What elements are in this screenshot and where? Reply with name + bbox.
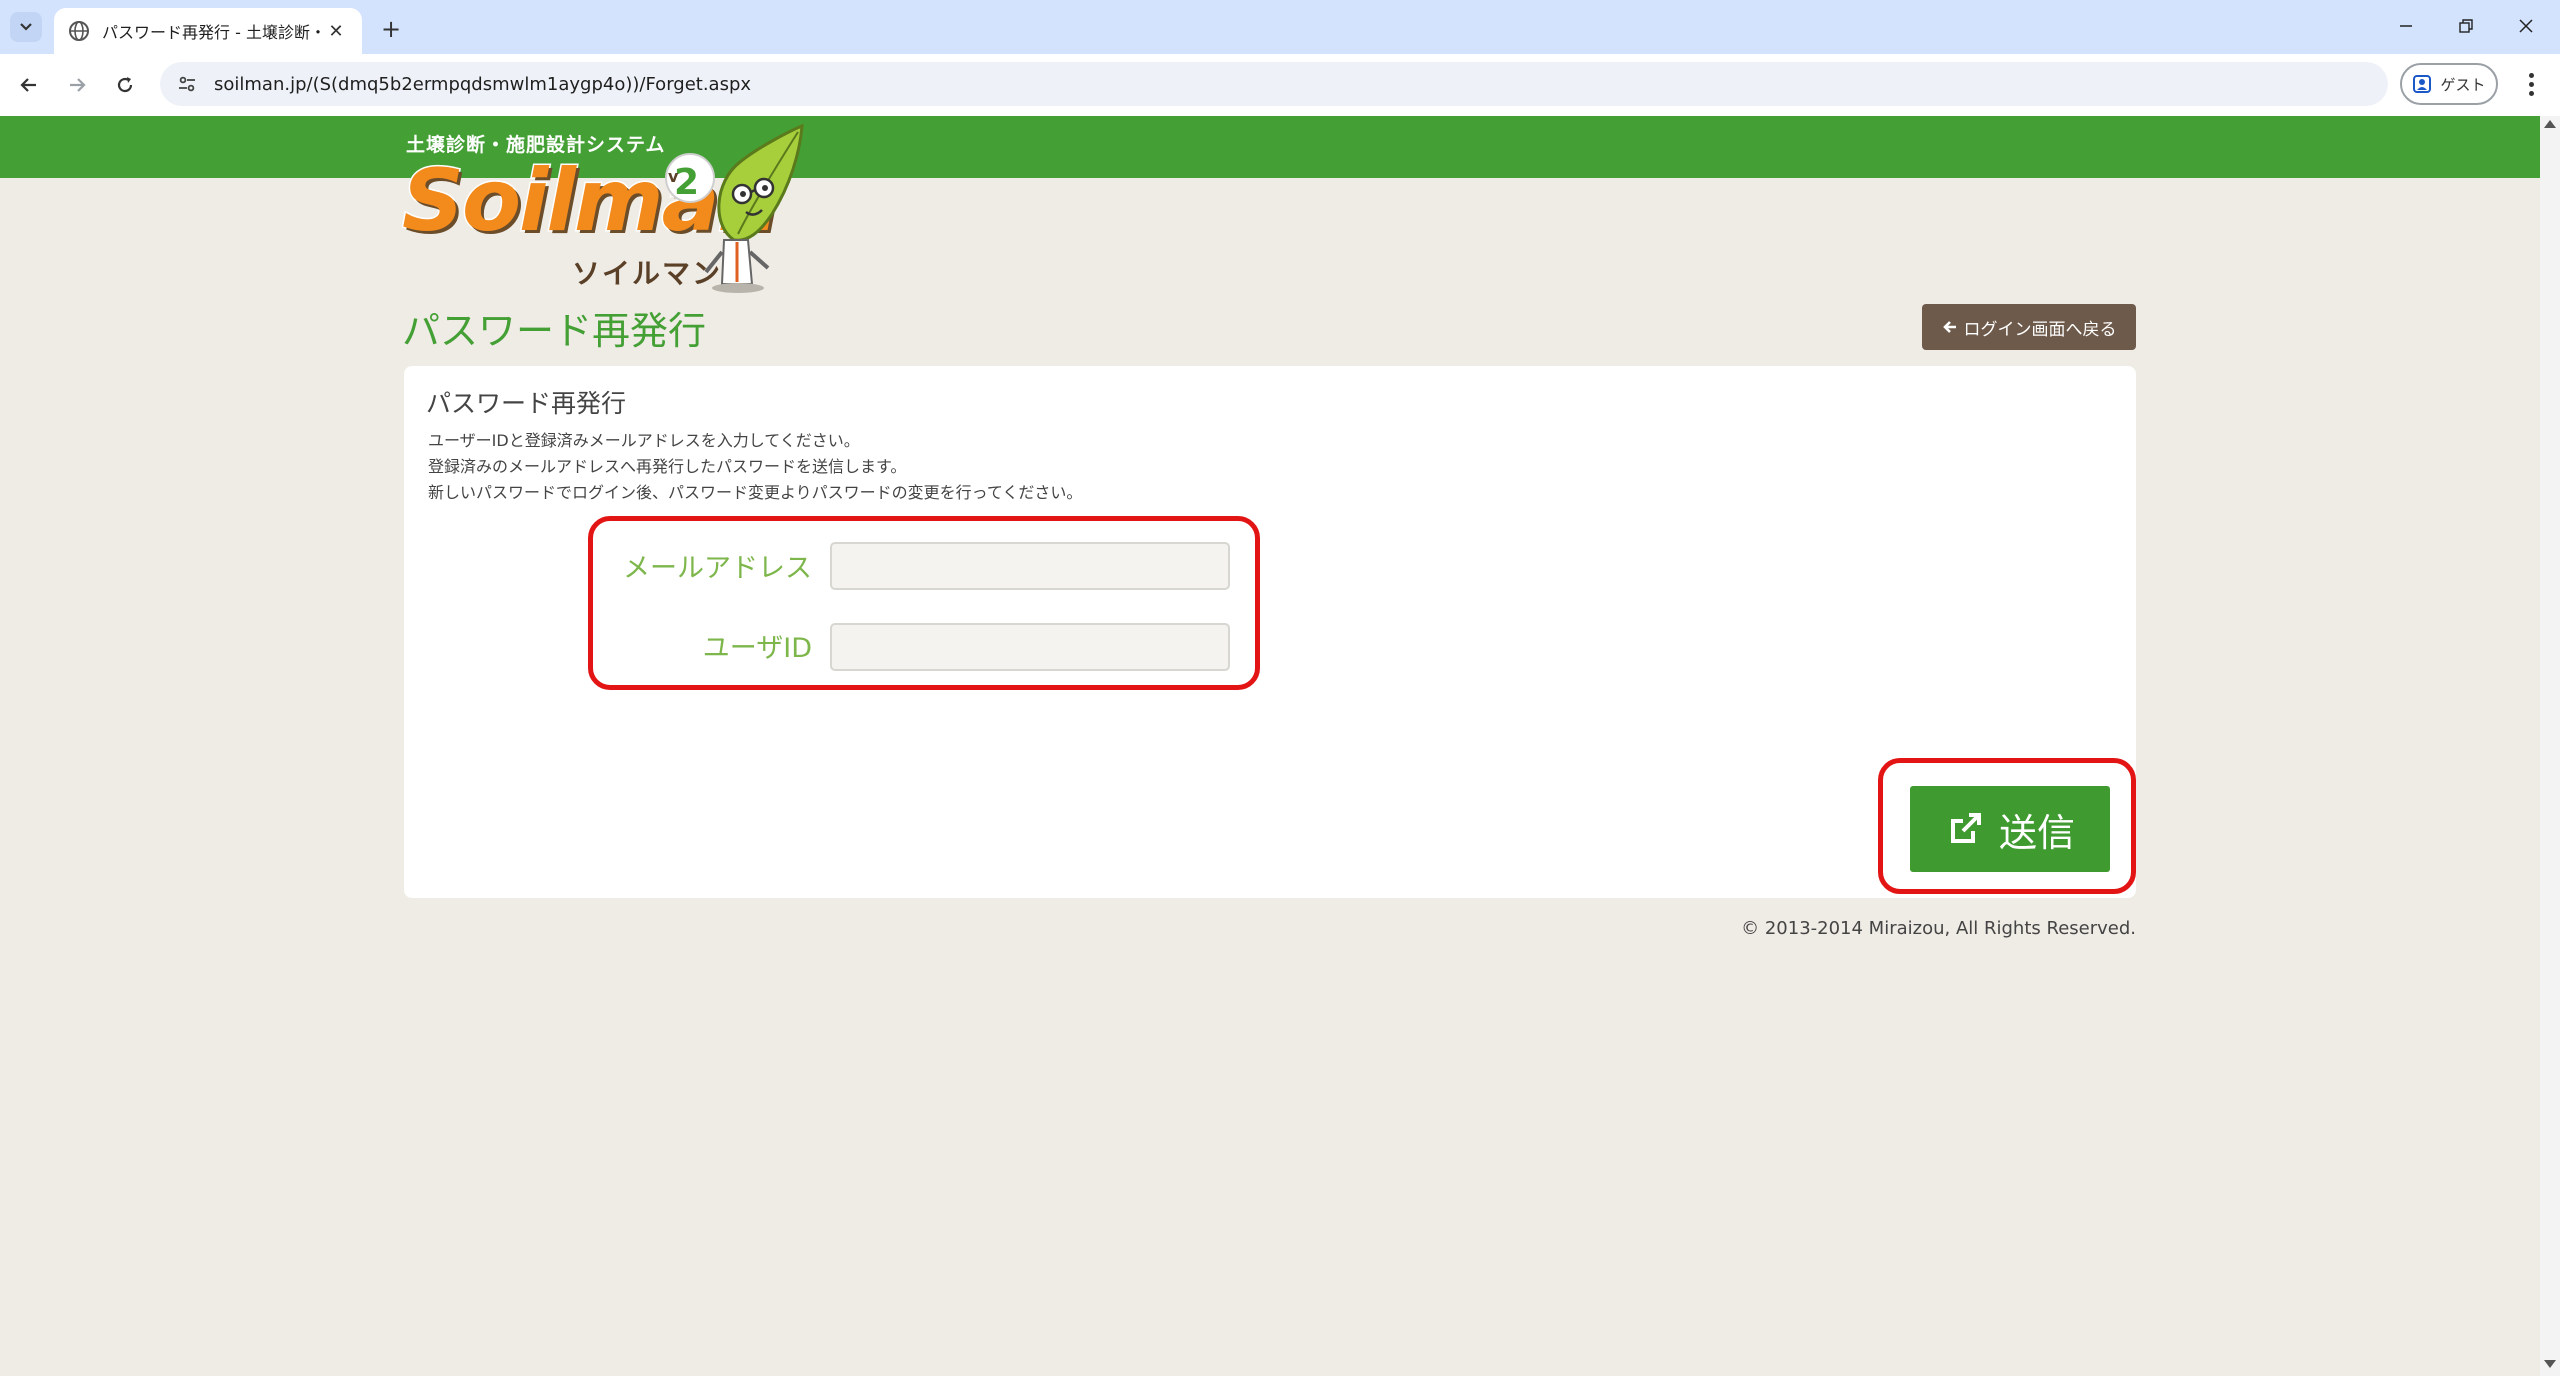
form-heading: パスワード再発行 (426, 389, 627, 418)
back-to-login-label: ログイン画面へ戻る (1963, 319, 2117, 340)
leaf-mascot-logo: 2 v (665, 123, 804, 293)
instruction-line-3: 新しいパスワードでログイン後、パスワード変更よりパスワードの変更を行ってください… (428, 483, 1083, 502)
reload-icon[interactable] (108, 68, 142, 102)
back-arrow-icon[interactable] (12, 68, 46, 102)
chevron-down-icon (20, 23, 32, 31)
close-window-icon[interactable] (2496, 8, 2556, 44)
minimize-window-icon[interactable] (2376, 8, 2436, 44)
scroll-up-icon[interactable] (2544, 120, 2556, 128)
arrow-left-icon (1942, 321, 1956, 333)
tab-title: パスワード再発行 - 土壌診断・施 (102, 23, 324, 42)
tab-search-button[interactable] (10, 12, 42, 42)
browser-toolbar: soilman.jp/(S(dmq5b2ermpqdsmwlm1aygp4o))… (0, 54, 2560, 116)
scroll-down-icon[interactable] (2544, 1360, 2556, 1368)
browser-menu-icon[interactable] (2516, 66, 2546, 102)
restore-window-icon[interactable] (2436, 8, 2496, 44)
profile-button[interactable]: ゲスト (2400, 63, 2498, 105)
instruction-line-2: 登録済みのメールアドレスへ再発行したパスワードを送信します。 (428, 457, 907, 476)
url-text: soilman.jp/(S(dmq5b2ermpqdsmwlm1aygp4o))… (214, 73, 752, 95)
page-title: パスワード再発行 (402, 309, 707, 353)
profile-label: ゲスト (2440, 75, 2486, 94)
site-settings-icon[interactable] (174, 71, 200, 97)
send-button-highlight (1878, 758, 2136, 894)
new-tab-button[interactable]: + (376, 14, 406, 44)
close-tab-icon[interactable]: ✕ (324, 19, 348, 43)
address-bar[interactable]: soilman.jp/(S(dmq5b2ermpqdsmwlm1aygp4o))… (160, 62, 2388, 106)
back-to-login-button[interactable]: ログイン画面へ戻る (1922, 304, 2136, 350)
copyright-footer: © 2013-2014 Miraizou, All Rights Reserve… (1741, 918, 2136, 939)
instruction-line-1: ユーザーIDと登録済みメールアドレスを入力してください。 (428, 431, 860, 450)
site-header-band (0, 116, 2540, 178)
page-scrollbar[interactable] (2540, 116, 2560, 1376)
browser-tab-active[interactable]: パスワード再発行 - 土壌診断・施 ✕ (54, 8, 362, 54)
profile-icon (2413, 75, 2432, 93)
form-fields-highlight (588, 516, 1260, 690)
globe-icon (69, 21, 89, 41)
svg-text:v: v (668, 167, 679, 186)
forward-arrow-icon[interactable] (60, 68, 94, 102)
browser-tab-strip: パスワード再発行 - 土壌診断・施 ✕ + (0, 0, 2560, 54)
